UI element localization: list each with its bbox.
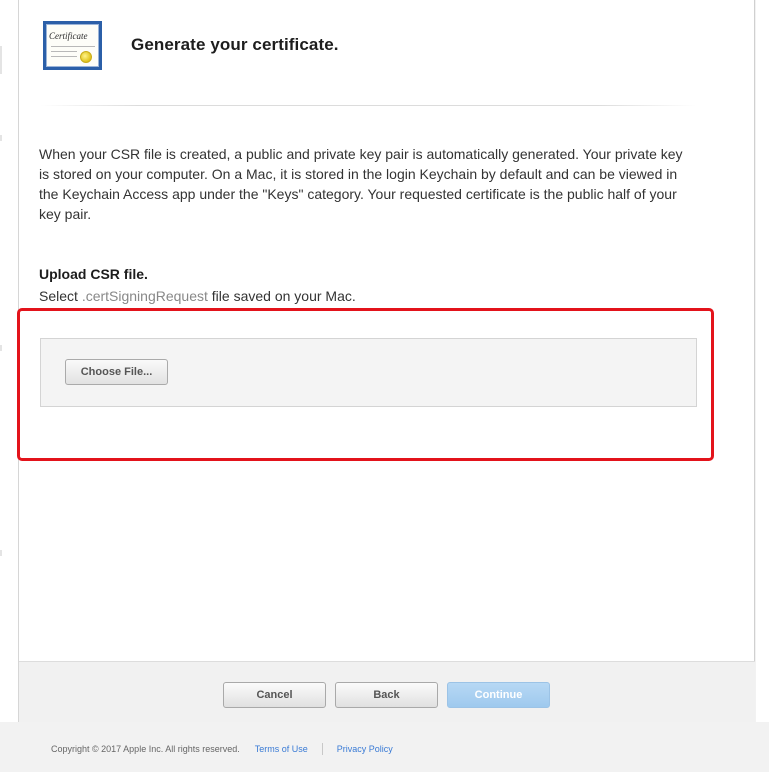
certificate-icon: Certificate <box>43 20 102 70</box>
sidebar-marker <box>0 345 2 351</box>
certificate-icon-line <box>51 55 77 57</box>
back-button[interactable]: Back <box>335 682 438 708</box>
page-footer: Copyright © 2017 Apple Inc. All rights r… <box>51 743 393 755</box>
sidebar-marker <box>0 550 2 556</box>
file-extension-label: .certSigningRequest <box>81 288 208 304</box>
sidebar-marker <box>0 46 2 74</box>
upload-instruction-suffix: file saved on your Mac. <box>207 288 356 304</box>
continue-button[interactable]: Continue <box>447 682 550 708</box>
csr-description: When your CSR file is created, a public … <box>39 146 683 222</box>
certificate-icon-text: Certificate <box>49 30 88 41</box>
header-divider <box>40 105 696 106</box>
privacy-policy-link[interactable]: Privacy Policy <box>337 744 393 754</box>
terms-of-use-link[interactable]: Terms of Use <box>255 744 308 754</box>
sidebar-marker <box>0 135 2 141</box>
choose-file-button[interactable]: Choose File... <box>65 359 168 385</box>
page-header: Certificate Generate your certificate. <box>43 20 339 70</box>
certificate-seal-icon <box>80 50 92 63</box>
cancel-button[interactable]: Cancel <box>223 682 326 708</box>
upload-instruction: Select .certSigningRequest file saved on… <box>39 288 356 304</box>
certificate-icon-line <box>51 50 77 52</box>
certificate-icon-line <box>51 45 95 47</box>
copyright-text: Copyright © 2017 Apple Inc. All rights r… <box>51 744 240 754</box>
upload-instruction-prefix: Select <box>39 288 82 304</box>
page-title: Generate your certificate. <box>131 35 339 54</box>
right-gutter <box>756 0 769 722</box>
footer-separator <box>321 743 323 755</box>
upload-heading: Upload CSR file. <box>39 266 148 282</box>
